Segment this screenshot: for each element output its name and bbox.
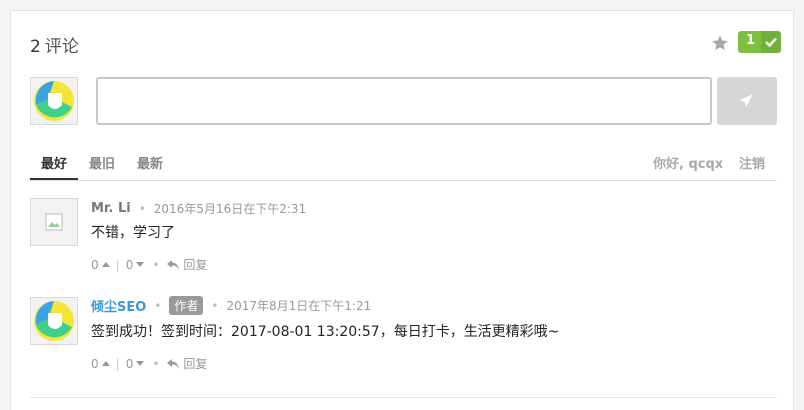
separator-dot: • — [154, 298, 162, 313]
downvote-button[interactable]: 0 — [126, 258, 145, 272]
downvote-icon — [136, 361, 145, 366]
sort-tabs: 最好 最旧 最新 你好, qcqx 注销 — [30, 149, 777, 181]
comment-header: Mr. Li • 2016年5月16日在下午2:31 — [91, 200, 306, 217]
separator-dot: • — [138, 201, 146, 216]
downvote-icon — [136, 262, 145, 267]
separator-dot: • — [211, 298, 219, 313]
check-icon — [761, 31, 782, 53]
separator-dot: • — [152, 356, 160, 371]
recommend-button[interactable]: 1 — [738, 31, 782, 53]
reply-label: 回复 — [183, 258, 208, 272]
comment-time[interactable]: 2017年8月1日在下午1:21 — [226, 297, 371, 314]
vote-separator: | — [115, 356, 120, 371]
reply-label: 回复 — [183, 357, 208, 371]
comment-time[interactable]: 2016年5月16日在下午2:31 — [154, 200, 306, 217]
comment-author[interactable]: Mr. Li — [91, 201, 131, 216]
comment-footer: 0 | 0 • 回复 — [91, 256, 207, 273]
current-user-avatar — [30, 77, 78, 125]
tab-newest[interactable]: 最新 — [137, 153, 163, 172]
avatar[interactable] — [30, 198, 78, 246]
reply-icon — [167, 358, 180, 369]
vote-separator: | — [115, 257, 120, 272]
comment-header: 倾尘SEO • 作者 • 2017年8月1日在下午1:21 — [91, 296, 371, 315]
comment-author[interactable]: 倾尘SEO — [91, 296, 146, 315]
star-icon[interactable] — [711, 34, 729, 52]
comment-count-heading: 2 评论 — [30, 32, 79, 57]
tab-best[interactable]: 最好 — [41, 153, 67, 172]
comment-count-label: 评论 — [44, 37, 79, 57]
user-greeting[interactable]: 你好, qcqx — [653, 153, 723, 172]
reply-icon — [167, 259, 180, 270]
logout-link[interactable]: 注销 — [739, 153, 765, 172]
comment-footer: 0 | 0 • 回复 — [91, 355, 207, 372]
reply-button[interactable]: 回复 — [167, 256, 207, 273]
comment-text: 不错，学习了 — [91, 225, 175, 241]
logo-avatar-icon — [34, 81, 74, 121]
comment-count: 2 — [30, 37, 41, 57]
upvote-icon — [101, 361, 110, 366]
author-badge: 作者 — [169, 296, 204, 315]
upvote-button[interactable]: 0 — [91, 357, 110, 371]
separator-dot: • — [152, 257, 160, 272]
tab-oldest[interactable]: 最旧 — [89, 153, 115, 172]
comment-text: 签到成功！签到时间：2017-08-01 13:20:57，每日打卡，生活更精彩… — [91, 324, 560, 340]
comment-input[interactable] — [96, 77, 712, 125]
upvote-button[interactable]: 0 — [91, 258, 110, 272]
upvote-icon — [101, 262, 110, 267]
divider — [30, 397, 777, 398]
reply-button[interactable]: 回复 — [167, 355, 207, 372]
recommend-count: 1 — [738, 31, 762, 53]
active-tab-underline — [30, 178, 78, 180]
post-comment-button[interactable] — [717, 77, 777, 125]
downvote-button[interactable]: 0 — [126, 357, 145, 371]
paper-plane-icon — [740, 94, 753, 107]
broken-image-icon — [45, 213, 63, 231]
logo-avatar-icon — [34, 301, 74, 341]
avatar[interactable] — [30, 297, 78, 345]
comments-panel: 2 评论 1 最好 最旧 最新 你好, qcqx 注销 Mr. Li • 201… — [10, 10, 794, 410]
